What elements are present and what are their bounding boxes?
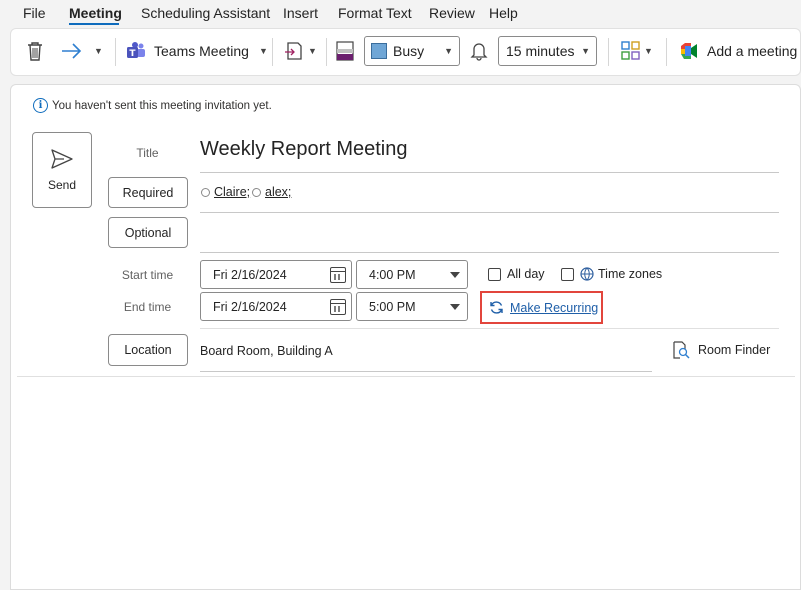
menu-meeting[interactable]: Meeting: [69, 5, 122, 21]
menu-review[interactable]: Review: [429, 5, 475, 21]
send-icon: [51, 149, 73, 169]
menu-format-text[interactable]: Format Text: [338, 5, 412, 21]
location-button[interactable]: Location: [108, 334, 188, 366]
globe-icon: [580, 267, 594, 281]
menu-scheduling-assistant[interactable]: Scheduling Assistant: [141, 5, 270, 21]
recurring-icon: [490, 301, 503, 314]
time-zones-checkbox[interactable]: Time zones: [561, 267, 662, 281]
teams-meeting-label: Teams Meeting: [154, 43, 249, 59]
title-underline: [200, 172, 779, 173]
caret-down-icon: [450, 304, 460, 310]
room-finder-button[interactable]: Room Finder: [672, 341, 770, 359]
categorize-icon: [621, 41, 640, 60]
reminder-icon-button[interactable]: [470, 41, 488, 61]
end-time-value: 5:00 PM: [369, 299, 416, 314]
calendar-status-icon: [336, 41, 354, 61]
reminder-value: 15 minutes: [506, 43, 575, 59]
menu-bar: File Meeting Scheduling Assistant Insert…: [0, 0, 801, 26]
required-underline: [200, 212, 779, 213]
trash-icon: [28, 42, 42, 61]
required-button[interactable]: Required: [108, 177, 188, 208]
busy-color-swatch: [371, 43, 387, 59]
info-bar: i You haven't sent this meeting invitati…: [33, 98, 272, 113]
chevron-down-icon: ▼: [308, 46, 317, 56]
calendar-icon[interactable]: [330, 299, 346, 315]
time-zones-label: Time zones: [598, 267, 663, 281]
active-tab-indicator: [69, 23, 119, 25]
calendar-icon[interactable]: [330, 267, 346, 283]
ribbon-divider: [326, 38, 327, 66]
start-date-picker[interactable]: Fri 2/16/2024: [200, 260, 352, 289]
location-input[interactable]: Board Room, Building A: [200, 344, 333, 358]
chevron-down-icon: ▼: [258, 46, 268, 56]
make-recurring-button[interactable]: Make Recurring: [480, 291, 603, 324]
checkbox-box: [488, 267, 501, 281]
checkbox-box: [561, 267, 574, 281]
ribbon-divider: [666, 38, 667, 66]
response-options-icon: [285, 42, 302, 60]
end-time-dropdown[interactable]: 5:00 PM: [356, 292, 468, 321]
show-as-dropdown[interactable]: Busy ▼: [364, 36, 460, 66]
start-date-value: Fri 2/16/2024: [213, 267, 287, 282]
caret-down-icon: [450, 272, 460, 278]
attendee-claire[interactable]: Claire;: [201, 185, 250, 199]
google-meet-icon: [681, 43, 697, 59]
start-time-label: Start time: [121, 268, 174, 282]
all-day-checkbox[interactable]: All day: [488, 267, 545, 281]
start-time-dropdown[interactable]: 4:00 PM: [356, 260, 468, 289]
forward-arrow-icon: [62, 43, 82, 59]
show-as-color-button[interactable]: [336, 40, 354, 62]
location-underline: [200, 371, 652, 372]
attendee-alex[interactable]: alex;: [252, 185, 291, 199]
delete-button[interactable]: [25, 40, 45, 62]
end-time-label: End time: [123, 300, 172, 314]
title-label: Title: [136, 146, 159, 160]
presence-icon: [201, 187, 210, 197]
title-input[interactable]: Weekly Report Meeting: [200, 138, 408, 161]
end-date-value: Fri 2/16/2024: [213, 299, 287, 314]
add-meeting-label: Add a meeting: [707, 43, 798, 59]
teams-icon: T: [127, 42, 145, 59]
start-time-value: 4:00 PM: [369, 267, 416, 282]
bell-icon: [470, 43, 488, 61]
chevron-down-icon: ▼: [644, 46, 653, 56]
chevron-down-icon: ▼: [444, 46, 453, 56]
optional-button[interactable]: Optional: [108, 217, 188, 248]
presence-icon: [252, 187, 261, 197]
send-button[interactable]: Send: [32, 132, 92, 208]
add-meeting-button[interactable]: Add a meeting: [680, 40, 797, 62]
meeting-body-editor[interactable]: [17, 378, 795, 583]
reminder-dropdown[interactable]: 15 minutes ▼: [498, 36, 597, 66]
body-divider: [17, 376, 795, 377]
chevron-down-icon: ▼: [581, 46, 590, 56]
room-finder-label: Room Finder: [698, 343, 771, 357]
attendee-name: Claire;: [214, 185, 251, 199]
teams-meeting-button[interactable]: T Teams Meeting ▼: [126, 40, 268, 62]
ribbon-divider: [272, 38, 273, 66]
room-finder-icon: [673, 341, 690, 359]
categorize-button[interactable]: ▼: [621, 41, 653, 61]
ribbon-divider: [115, 38, 116, 66]
info-icon: i: [33, 98, 48, 113]
response-options-button[interactable]: ▼: [284, 40, 317, 62]
menu-help[interactable]: Help: [489, 5, 518, 21]
info-message: You haven't sent this meeting invitation…: [52, 99, 272, 112]
make-recurring-link: Make Recurring: [510, 300, 599, 315]
forward-button[interactable]: ▼: [60, 40, 106, 62]
menu-file[interactable]: File: [23, 5, 46, 21]
all-day-label: All day: [507, 267, 545, 281]
attendee-name: alex;: [265, 185, 292, 199]
send-label: Send: [47, 178, 77, 192]
menu-insert[interactable]: Insert: [283, 5, 318, 21]
show-as-value: Busy: [393, 43, 425, 59]
chevron-down-icon: ▼: [94, 46, 103, 56]
ribbon-divider: [608, 38, 609, 66]
optional-underline[interactable]: [200, 252, 779, 253]
time-section-divider: [200, 328, 779, 329]
end-date-picker[interactable]: Fri 2/16/2024: [200, 292, 352, 321]
svg-text:T: T: [129, 49, 136, 59]
